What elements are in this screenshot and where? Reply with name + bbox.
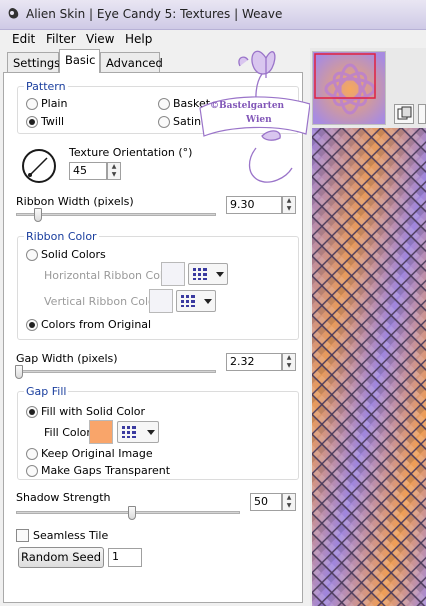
preview-toggle-icon[interactable] bbox=[394, 104, 414, 124]
fill-solid-radio[interactable] bbox=[26, 406, 38, 418]
tab-basic[interactable]: Basic bbox=[59, 49, 100, 73]
pattern-satin-radio[interactable] bbox=[158, 116, 170, 128]
keep-original-label: Keep Original Image bbox=[41, 447, 153, 460]
chevron-down-icon bbox=[204, 299, 212, 304]
navigator-thumbnail[interactable] bbox=[312, 51, 386, 125]
fill-color-swatch[interactable] bbox=[89, 420, 113, 444]
preview-tool-icon[interactable] bbox=[418, 104, 426, 124]
watermark-line1: ©Bastelgarten bbox=[210, 101, 285, 111]
gap-width-input[interactable]: 2.32 bbox=[226, 353, 282, 371]
fill-color-label: Fill Color bbox=[44, 426, 91, 439]
vertical-ribbon-color-label: Vertical Ribbon Color bbox=[44, 295, 160, 308]
gap-width-label: Gap Width (pixels) bbox=[16, 352, 118, 365]
menu-view[interactable]: View bbox=[86, 32, 114, 46]
title-bar: Alien Skin | Eye Candy 5: Textures | Wea… bbox=[0, 0, 426, 30]
fill-color-dropdown[interactable] bbox=[117, 421, 159, 443]
gap-width-slider[interactable] bbox=[16, 370, 216, 373]
ribbon-width-spinner[interactable]: ▲ ▼ bbox=[282, 196, 296, 214]
transparent-gaps-radio[interactable] bbox=[26, 465, 38, 477]
gap-width-spinner[interactable]: ▲ ▼ bbox=[282, 353, 296, 371]
pattern-plain-radio[interactable] bbox=[26, 98, 38, 110]
colors-from-original-radio[interactable] bbox=[26, 319, 38, 331]
shadow-strength-input[interactable]: 50 bbox=[250, 493, 282, 511]
pattern-twill-radio[interactable] bbox=[26, 116, 38, 128]
vertical-ribbon-swatch[interactable] bbox=[149, 289, 173, 313]
gap-fill-title: Gap Fill bbox=[24, 385, 69, 398]
keep-original-radio[interactable] bbox=[26, 448, 38, 460]
horizontal-ribbon-dropdown[interactable] bbox=[188, 263, 228, 285]
chevron-down-icon bbox=[147, 430, 155, 435]
ribbon-width-slider[interactable] bbox=[16, 213, 216, 216]
weave-preview bbox=[312, 128, 426, 606]
ribbon-width-label: Ribbon Width (pixels) bbox=[16, 195, 134, 208]
pattern-plain-label: Plain bbox=[41, 97, 68, 110]
tab-settings[interactable]: Settings bbox=[7, 52, 60, 72]
ribbon-color-title: Ribbon Color bbox=[24, 230, 99, 243]
seamless-tile-checkbox[interactable] bbox=[16, 529, 29, 542]
ribbon-width-input[interactable]: 9.30 bbox=[226, 196, 282, 214]
orientation-input[interactable]: 45 bbox=[69, 162, 107, 180]
pattern-twill-label: Twill bbox=[41, 115, 65, 128]
watermark-line2: Wien bbox=[245, 115, 272, 125]
orientation-dial[interactable] bbox=[20, 147, 58, 185]
color-grid-icon bbox=[193, 268, 207, 280]
ribbon-width-thumb[interactable] bbox=[34, 208, 42, 222]
chevron-down-icon bbox=[216, 272, 224, 277]
random-seed-input[interactable]: 1 bbox=[108, 548, 142, 567]
horizontal-ribbon-swatch[interactable] bbox=[161, 262, 185, 286]
transparent-gaps-label: Make Gaps Transparent bbox=[41, 464, 171, 477]
color-grid-icon bbox=[122, 426, 136, 438]
menu-edit[interactable]: Edit bbox=[12, 32, 35, 46]
window-title: Alien Skin | Eye Candy 5: Textures | Wea… bbox=[26, 7, 283, 21]
orientation-spinner[interactable]: ▲ ▼ bbox=[107, 162, 121, 180]
menu-filter[interactable]: Filter bbox=[46, 32, 76, 46]
shadow-strength-spinner[interactable]: ▲ ▼ bbox=[282, 493, 296, 511]
menu-help[interactable]: Help bbox=[125, 32, 152, 46]
pattern-title: Pattern bbox=[24, 80, 68, 93]
tab-advanced[interactable]: Advanced bbox=[100, 52, 163, 72]
solid-colors-label: Solid Colors bbox=[41, 248, 106, 261]
horizontal-ribbon-color-label: Horizontal Ribbon Color bbox=[44, 269, 175, 282]
gap-width-thumb[interactable] bbox=[15, 365, 23, 379]
color-grid-icon bbox=[181, 295, 195, 307]
orientation-label: Texture Orientation (°) bbox=[69, 146, 193, 159]
shadow-strength-thumb[interactable] bbox=[128, 506, 136, 520]
vertical-ribbon-dropdown[interactable] bbox=[176, 290, 216, 312]
colors-from-original-label: Colors from Original bbox=[41, 318, 152, 331]
app-icon bbox=[8, 8, 19, 19]
seamless-tile-label: Seamless Tile bbox=[33, 529, 109, 542]
solid-colors-radio[interactable] bbox=[26, 249, 38, 261]
random-seed-button[interactable]: Random Seed bbox=[18, 547, 104, 568]
pattern-basket-radio[interactable] bbox=[158, 98, 170, 110]
watermark-logo: ©Bastelgarten Wien bbox=[199, 50, 311, 183]
fill-solid-label: Fill with Solid Color bbox=[41, 405, 146, 418]
shadow-strength-label: Shadow Strength bbox=[16, 491, 111, 504]
